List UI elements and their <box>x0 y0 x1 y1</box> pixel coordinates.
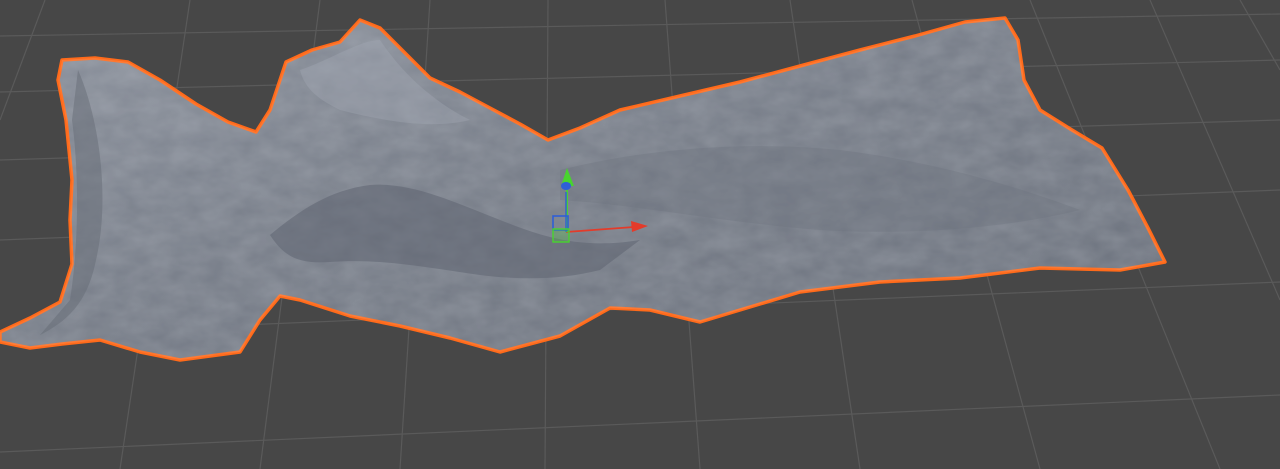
scene-canvas[interactable] <box>0 0 1280 469</box>
scene-viewport[interactable] <box>0 0 1280 469</box>
gizmo-xz-plane-handle[interactable] <box>552 228 570 243</box>
gizmo-z-handle-icon[interactable] <box>561 182 571 190</box>
terrain-mesh[interactable] <box>0 16 1167 362</box>
